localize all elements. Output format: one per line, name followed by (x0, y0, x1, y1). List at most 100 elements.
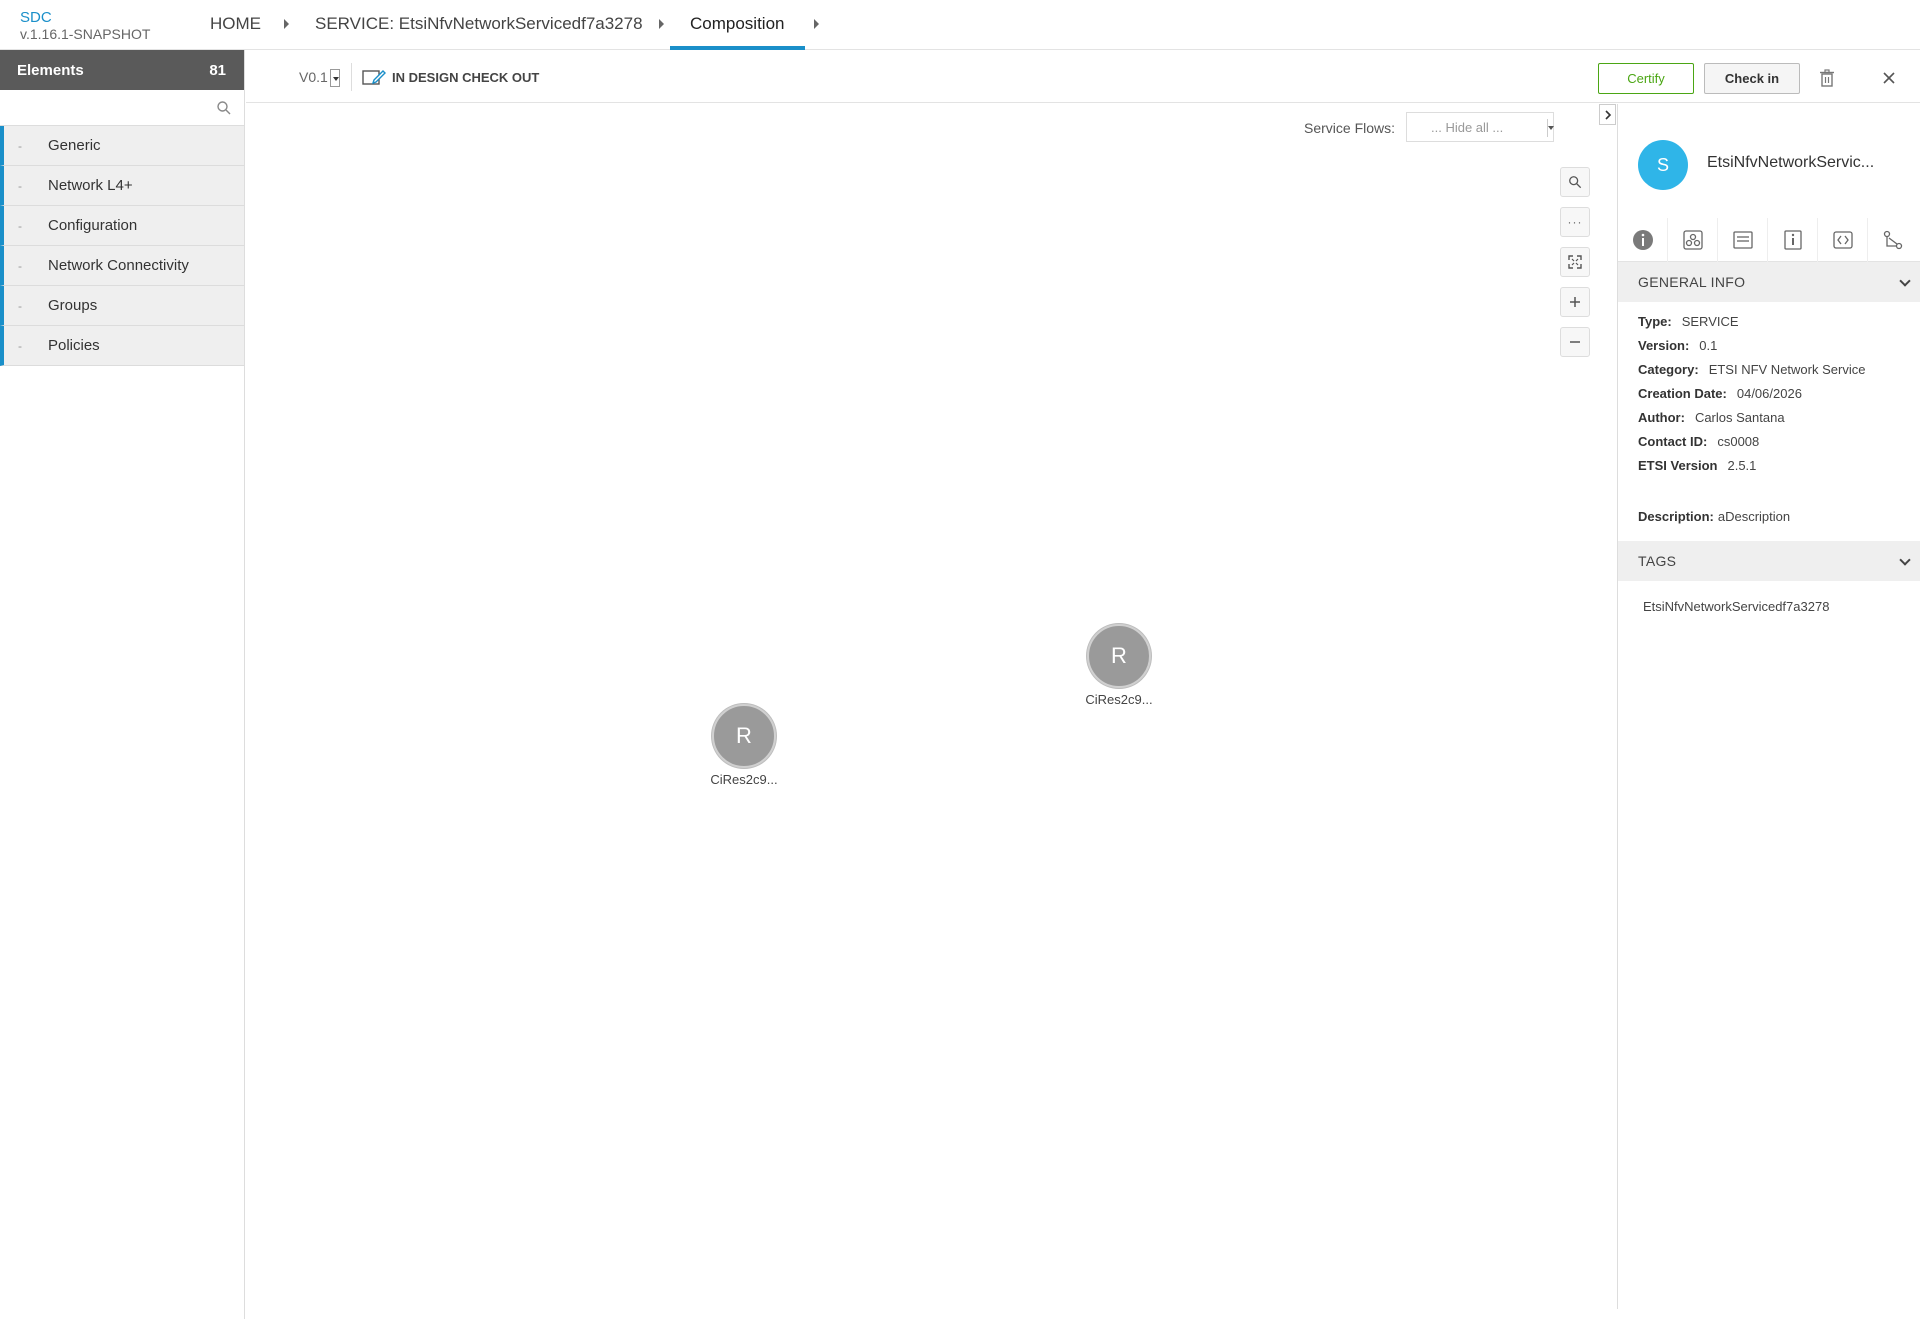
attributes-icon (1783, 230, 1802, 250)
info-key: Version: (1638, 338, 1690, 353)
service-flows-label: Service Flows: (1304, 120, 1396, 136)
info-key: Type: (1638, 314, 1672, 329)
chevron-down-icon[interactable] (1899, 554, 1911, 566)
version-selector[interactable]: V0.1 (299, 69, 340, 88)
node-icon[interactable]: R (1087, 624, 1151, 688)
node-icon[interactable]: R (712, 704, 776, 768)
dropdown-caret-icon[interactable] (329, 69, 340, 88)
tag-item: EtsiNfvNetworkServicedf7a3278 (1643, 599, 1830, 614)
top-navigation-bar: SDC v.1.16.1-SNAPSHOT HOME SERVICE: Etsi… (0, 0, 1920, 50)
collapse-dash-icon: - (18, 298, 22, 313)
palette-group-groups[interactable]: - Groups (0, 286, 244, 326)
palette-group-generic[interactable]: - Generic (0, 126, 244, 166)
canvas-search-button[interactable] (1560, 167, 1590, 197)
info-category: Category: ETSI NFV Network Service (1638, 362, 1865, 377)
toolbar-divider (351, 63, 352, 91)
palette-group-label: Configuration (48, 217, 138, 234)
collapse-dash-icon: - (18, 258, 22, 273)
close-button[interactable] (1878, 67, 1900, 89)
info-author: Author: Carlos Santana (1638, 410, 1785, 425)
canvas-toolbar: V0.1 IN DESIGN CHECK OUT Certify Check i… (246, 51, 1920, 103)
chevron-right-icon (1604, 109, 1611, 120)
info-key: ETSI Version (1638, 458, 1718, 473)
deployment-icon (1682, 230, 1703, 250)
general-info-title: GENERAL INFO (1638, 274, 1746, 290)
palette-group-label: Policies (48, 337, 100, 354)
info-value: 04/06/2026 (1736, 386, 1802, 401)
info-key: Description: (1638, 509, 1714, 524)
trash-icon (1820, 69, 1834, 87)
service-avatar: S (1638, 140, 1688, 190)
chevron-down-icon[interactable] (1899, 275, 1911, 287)
version-label: V0.1 (299, 69, 328, 85)
breadcrumb-arrow-icon[interactable] (814, 19, 819, 29)
certify-button[interactable]: Certify (1598, 63, 1694, 94)
palette-group-label: Generic (48, 137, 101, 154)
canvas-node[interactable]: R CiRes2c9... (699, 704, 789, 787)
info-type: Type: SERVICE (1638, 314, 1739, 329)
palette-group-label: Network L4+ (48, 177, 133, 194)
breadcrumb-home[interactable]: HOME (210, 14, 261, 50)
checkout-edit-icon (362, 70, 386, 85)
zoom-in-button[interactable] (1560, 287, 1590, 317)
info-contact-id: Contact ID: cs0008 (1638, 434, 1759, 449)
general-info-header[interactable]: GENERAL INFO (1618, 262, 1920, 302)
info-value: aDescription (1717, 509, 1791, 524)
palette-group-label: Groups (48, 297, 98, 314)
service-flows-value: ... Hide all ... (1431, 119, 1504, 135)
elements-search-input[interactable] (0, 90, 244, 125)
zoom-in-icon (1570, 297, 1580, 307)
brand[interactable]: SDC v.1.16.1-SNAPSHOT (20, 9, 150, 43)
zoom-out-icon (1570, 341, 1580, 343)
palette-group-configuration[interactable]: - Configuration (0, 206, 244, 246)
collapse-dash-icon: - (18, 138, 22, 153)
details-tabs (1618, 218, 1920, 262)
composition-icon (1883, 230, 1903, 250)
collapse-dash-icon: - (18, 178, 22, 193)
breadcrumb-arrow-icon[interactable] (659, 19, 664, 29)
breadcrumb-arrow-icon[interactable] (284, 19, 289, 29)
info-value: Carlos Santana (1694, 410, 1785, 425)
info-description: Description: aDescription (1638, 509, 1790, 524)
service-flows-select[interactable]: ... Hide all ... (1406, 112, 1554, 142)
elements-count: 81 (209, 61, 226, 79)
right-panel-collapse-button[interactable] (1599, 104, 1616, 125)
palette-group-policies[interactable]: - Policies (0, 326, 244, 366)
canvas-node[interactable]: R CiRes2c9... (1074, 624, 1164, 707)
breadcrumb-service[interactable]: SERVICE: EtsiNfvNetworkServicedf7a3278 (315, 14, 643, 50)
tab-composition[interactable] (1868, 218, 1918, 262)
info-etsi-version: ETSI Version 2.5.1 (1638, 458, 1756, 473)
canvas-more-button[interactable]: ··· (1560, 207, 1590, 237)
search-icon[interactable] (216, 100, 232, 116)
composition-canvas[interactable]: Service Flows: ... Hide all ... ··· R Ci… (246, 104, 1616, 1309)
tags-title: TAGS (1638, 553, 1677, 569)
canvas-fit-button[interactable] (1560, 247, 1590, 277)
close-icon (1883, 72, 1895, 84)
breadcrumb-composition[interactable]: Composition (670, 14, 804, 50)
elements-title: Elements (17, 61, 84, 79)
node-label: CiRes2c9... (1085, 692, 1153, 707)
palette-group-network-l4[interactable]: - Network L4+ (0, 166, 244, 206)
info-key: Contact ID: (1638, 434, 1708, 449)
tab-attributes[interactable] (1768, 218, 1818, 262)
brand-name: SDC (20, 9, 52, 26)
tab-general-info[interactable] (1618, 218, 1668, 262)
check-in-button[interactable]: Check in (1704, 63, 1800, 94)
info-value: SERVICE (1681, 314, 1739, 329)
info-key: Author: (1638, 410, 1685, 425)
api-icon (1832, 231, 1853, 249)
fit-to-screen-icon (1568, 255, 1582, 269)
delete-button[interactable] (1816, 67, 1838, 89)
palette-group-network-connectivity[interactable]: - Network Connectivity (0, 246, 244, 286)
info-key: Creation Date: (1638, 386, 1727, 401)
search-icon (1569, 176, 1582, 189)
chevron-down-icon (1547, 119, 1554, 137)
info-icon (1632, 230, 1653, 250)
tab-properties[interactable] (1718, 218, 1768, 262)
zoom-out-button[interactable] (1560, 327, 1590, 357)
tags-header[interactable]: TAGS (1618, 541, 1920, 581)
tab-api[interactable] (1818, 218, 1868, 262)
info-value: ETSI NFV Network Service (1708, 362, 1866, 377)
info-key: Category: (1638, 362, 1699, 377)
tab-deployment-artifacts[interactable] (1668, 218, 1718, 262)
